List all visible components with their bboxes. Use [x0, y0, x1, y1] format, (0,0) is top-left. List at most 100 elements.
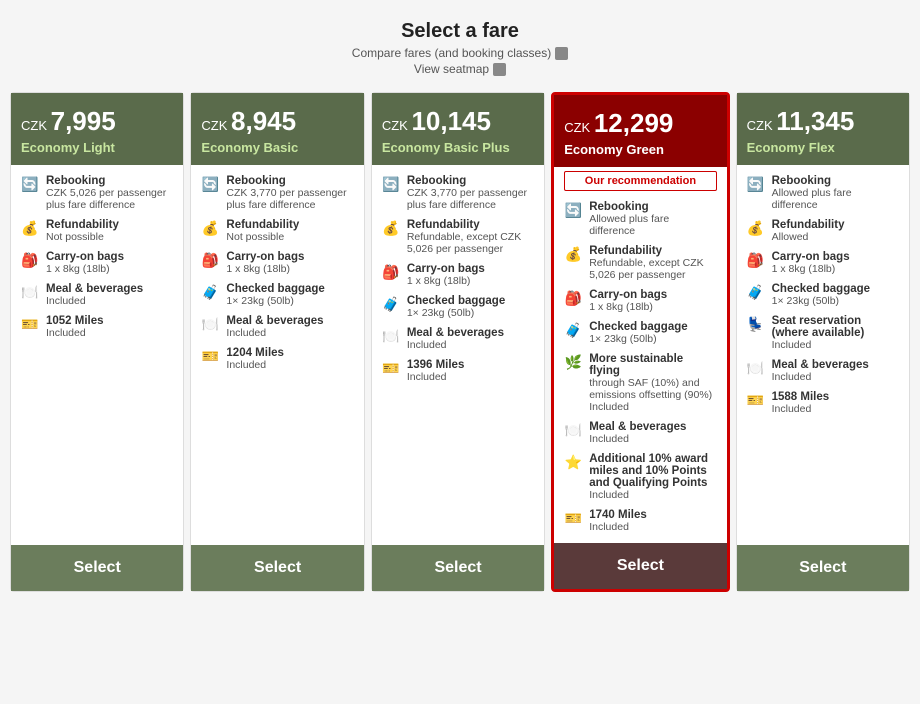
feature-item-economy-green-4: 🌿 More sustainable flying through SAF (1… — [564, 353, 716, 413]
fare-name-economy-green: Economy Green — [564, 142, 716, 157]
feature-text-economy-light-0: Rebooking CZK 5,026 per passenger plus f… — [46, 175, 173, 211]
feature-item-economy-basic-5: 🎫 1204 Miles Included — [201, 347, 353, 371]
fare-price-economy-basic-plus: CZK 10,145 — [382, 107, 534, 136]
fare-price-economy-green: CZK 12,299 — [564, 109, 716, 138]
feature-text-economy-flex-4: Seat reservation (where available) Inclu… — [772, 315, 899, 351]
feature-text-economy-basic-1: Refundability Not possible — [226, 219, 299, 243]
feature-text-economy-basic-4: Meal & beverages Included — [226, 315, 323, 339]
feature-text-economy-green-7: 1740 Miles Included — [589, 509, 647, 533]
feature-icon-economy-green-5: 🍽️ — [564, 422, 582, 439]
feature-icon-economy-basic-plus-5: 🎫 — [382, 360, 400, 377]
feature-item-economy-light-3: 🍽️ Meal & beverages Included — [21, 283, 173, 307]
feature-icon-economy-green-1: 💰 — [564, 246, 582, 263]
fare-features-economy-light: 🔄 Rebooking CZK 5,026 per passenger plus… — [11, 165, 183, 545]
fare-price-economy-light: CZK 7,995 — [21, 107, 173, 136]
feature-text-economy-basic-0: Rebooking CZK 3,770 per passenger plus f… — [226, 175, 353, 211]
feature-text-economy-green-5: Meal & beverages Included — [589, 421, 686, 445]
fare-features-economy-flex: 🔄 Rebooking Allowed plus fare difference… — [737, 165, 909, 545]
fare-card-economy-light: CZK 7,995 Economy Light 🔄 Rebooking CZK … — [10, 92, 184, 592]
feature-text-economy-green-3: Checked baggage 1× 23kg (50lb) — [589, 321, 687, 345]
fare-header-economy-flex: CZK 11,345 Economy Flex — [737, 93, 909, 165]
fare-name-economy-basic: Economy Basic — [201, 140, 353, 155]
feature-text-economy-flex-6: 1588 Miles Included — [772, 391, 830, 415]
feature-text-economy-basic-3: Checked baggage 1× 23kg (50lb) — [226, 283, 324, 307]
fare-header-economy-basic: CZK 8,945 Economy Basic — [191, 93, 363, 165]
feature-item-economy-flex-2: 🎒 Carry-on bags 1 x 8kg (18lb) — [747, 251, 899, 275]
feature-item-economy-basic-1: 💰 Refundability Not possible — [201, 219, 353, 243]
fare-price-economy-flex: CZK 11,345 — [747, 107, 899, 136]
feature-text-economy-light-1: Refundability Not possible — [46, 219, 119, 243]
feature-item-economy-basic-plus-5: 🎫 1396 Miles Included — [382, 359, 534, 383]
select-button-economy-basic-plus[interactable]: Select — [372, 545, 544, 591]
feature-text-economy-green-6: Additional 10% award miles and 10% Point… — [589, 453, 716, 501]
feature-item-economy-light-2: 🎒 Carry-on bags 1 x 8kg (18lb) — [21, 251, 173, 275]
feature-icon-economy-flex-3: 🧳 — [747, 284, 765, 301]
feature-icon-economy-basic-plus-3: 🧳 — [382, 296, 400, 313]
fare-features-economy-basic-plus: 🔄 Rebooking CZK 3,770 per passenger plus… — [372, 165, 544, 545]
feature-icon-economy-light-4: 🎫 — [21, 316, 39, 333]
fare-card-economy-basic-plus: CZK 10,145 Economy Basic Plus 🔄 Rebookin… — [371, 92, 545, 592]
compare-fares-link[interactable]: Compare fares (and booking classes) — [352, 46, 568, 60]
feature-icon-economy-flex-6: 🎫 — [747, 392, 765, 409]
select-button-economy-light[interactable]: Select — [11, 545, 183, 591]
feature-item-economy-green-6: ⭐ Additional 10% award miles and 10% Poi… — [564, 453, 716, 501]
feature-text-economy-green-4: More sustainable flying through SAF (10%… — [589, 353, 716, 413]
fare-currency-economy-basic: CZK — [201, 118, 231, 133]
compare-icon — [555, 47, 568, 60]
feature-item-economy-light-0: 🔄 Rebooking CZK 5,026 per passenger plus… — [21, 175, 173, 211]
fares-container: CZK 7,995 Economy Light 🔄 Rebooking CZK … — [10, 92, 910, 592]
feature-item-economy-flex-3: 🧳 Checked baggage 1× 23kg (50lb) — [747, 283, 899, 307]
feature-item-economy-green-2: 🎒 Carry-on bags 1 x 8kg (18lb) — [564, 289, 716, 313]
recommendation-badge: Our recommendation — [564, 171, 716, 191]
feature-icon-economy-light-0: 🔄 — [21, 176, 39, 193]
fare-currency-economy-light: CZK — [21, 118, 51, 133]
feature-text-economy-green-1: Refundability Refundable, except CZK 5,0… — [589, 245, 716, 281]
feature-text-economy-basic-plus-0: Rebooking CZK 3,770 per passenger plus f… — [407, 175, 534, 211]
feature-text-economy-basic-plus-5: 1396 Miles Included — [407, 359, 465, 383]
fare-currency-economy-green: CZK — [564, 120, 594, 135]
fare-features-economy-basic: 🔄 Rebooking CZK 3,770 per passenger plus… — [191, 165, 363, 545]
feature-icon-economy-basic-4: 🍽️ — [201, 316, 219, 333]
feature-icon-economy-green-6: ⭐ — [564, 454, 582, 471]
feature-item-economy-basic-0: 🔄 Rebooking CZK 3,770 per passenger plus… — [201, 175, 353, 211]
fare-name-economy-basic-plus: Economy Basic Plus — [382, 140, 534, 155]
select-button-economy-green[interactable]: Select — [554, 543, 726, 589]
fare-name-economy-light: Economy Light — [21, 140, 173, 155]
fare-header-economy-light: CZK 7,995 Economy Light — [11, 93, 183, 165]
feature-icon-economy-basic-2: 🎒 — [201, 252, 219, 269]
feature-text-economy-light-2: Carry-on bags 1 x 8kg (18lb) — [46, 251, 124, 275]
feature-icon-economy-green-4: 🌿 — [564, 354, 582, 371]
feature-item-economy-green-1: 💰 Refundability Refundable, except CZK 5… — [564, 245, 716, 281]
feature-item-economy-green-0: 🔄 Rebooking Allowed plus fare difference — [564, 201, 716, 237]
select-button-economy-basic[interactable]: Select — [191, 545, 363, 591]
feature-item-economy-flex-5: 🍽️ Meal & beverages Included — [747, 359, 899, 383]
feature-text-economy-flex-0: Rebooking Allowed plus fare difference — [772, 175, 899, 211]
feature-icon-economy-basic-plus-2: 🎒 — [382, 264, 400, 281]
feature-text-economy-light-4: 1052 Miles Included — [46, 315, 104, 339]
fare-features-economy-green: 🔄 Rebooking Allowed plus fare difference… — [554, 191, 726, 543]
feature-text-economy-flex-2: Carry-on bags 1 x 8kg (18lb) — [772, 251, 850, 275]
feature-icon-economy-basic-0: 🔄 — [201, 176, 219, 193]
feature-text-economy-basic-plus-4: Meal & beverages Included — [407, 327, 504, 351]
feature-text-economy-light-3: Meal & beverages Included — [46, 283, 143, 307]
feature-text-economy-basic-plus-3: Checked baggage 1× 23kg (50lb) — [407, 295, 505, 319]
feature-item-economy-basic-plus-2: 🎒 Carry-on bags 1 x 8kg (18lb) — [382, 263, 534, 287]
fare-header-economy-basic-plus: CZK 10,145 Economy Basic Plus — [372, 93, 544, 165]
feature-item-economy-basic-plus-3: 🧳 Checked baggage 1× 23kg (50lb) — [382, 295, 534, 319]
feature-icon-economy-flex-0: 🔄 — [747, 176, 765, 193]
feature-icon-economy-flex-1: 💰 — [747, 220, 765, 237]
seatmap-link[interactable]: View seatmap — [352, 62, 568, 76]
fare-card-economy-green: CZK 12,299 Economy Green Our recommendat… — [551, 92, 729, 592]
fare-currency-economy-flex: CZK — [747, 118, 777, 133]
select-button-economy-flex[interactable]: Select — [737, 545, 909, 591]
feature-icon-economy-basic-3: 🧳 — [201, 284, 219, 301]
fare-name-economy-flex: Economy Flex — [747, 140, 899, 155]
feature-text-economy-basic-plus-2: Carry-on bags 1 x 8kg (18lb) — [407, 263, 485, 287]
feature-item-economy-green-3: 🧳 Checked baggage 1× 23kg (50lb) — [564, 321, 716, 345]
feature-item-economy-green-7: 🎫 1740 Miles Included — [564, 509, 716, 533]
feature-icon-economy-green-7: 🎫 — [564, 510, 582, 527]
feature-item-economy-basic-plus-0: 🔄 Rebooking CZK 3,770 per passenger plus… — [382, 175, 534, 211]
feature-item-economy-basic-plus-4: 🍽️ Meal & beverages Included — [382, 327, 534, 351]
feature-text-economy-basic-2: Carry-on bags 1 x 8kg (18lb) — [226, 251, 304, 275]
feature-icon-economy-basic-5: 🎫 — [201, 348, 219, 365]
